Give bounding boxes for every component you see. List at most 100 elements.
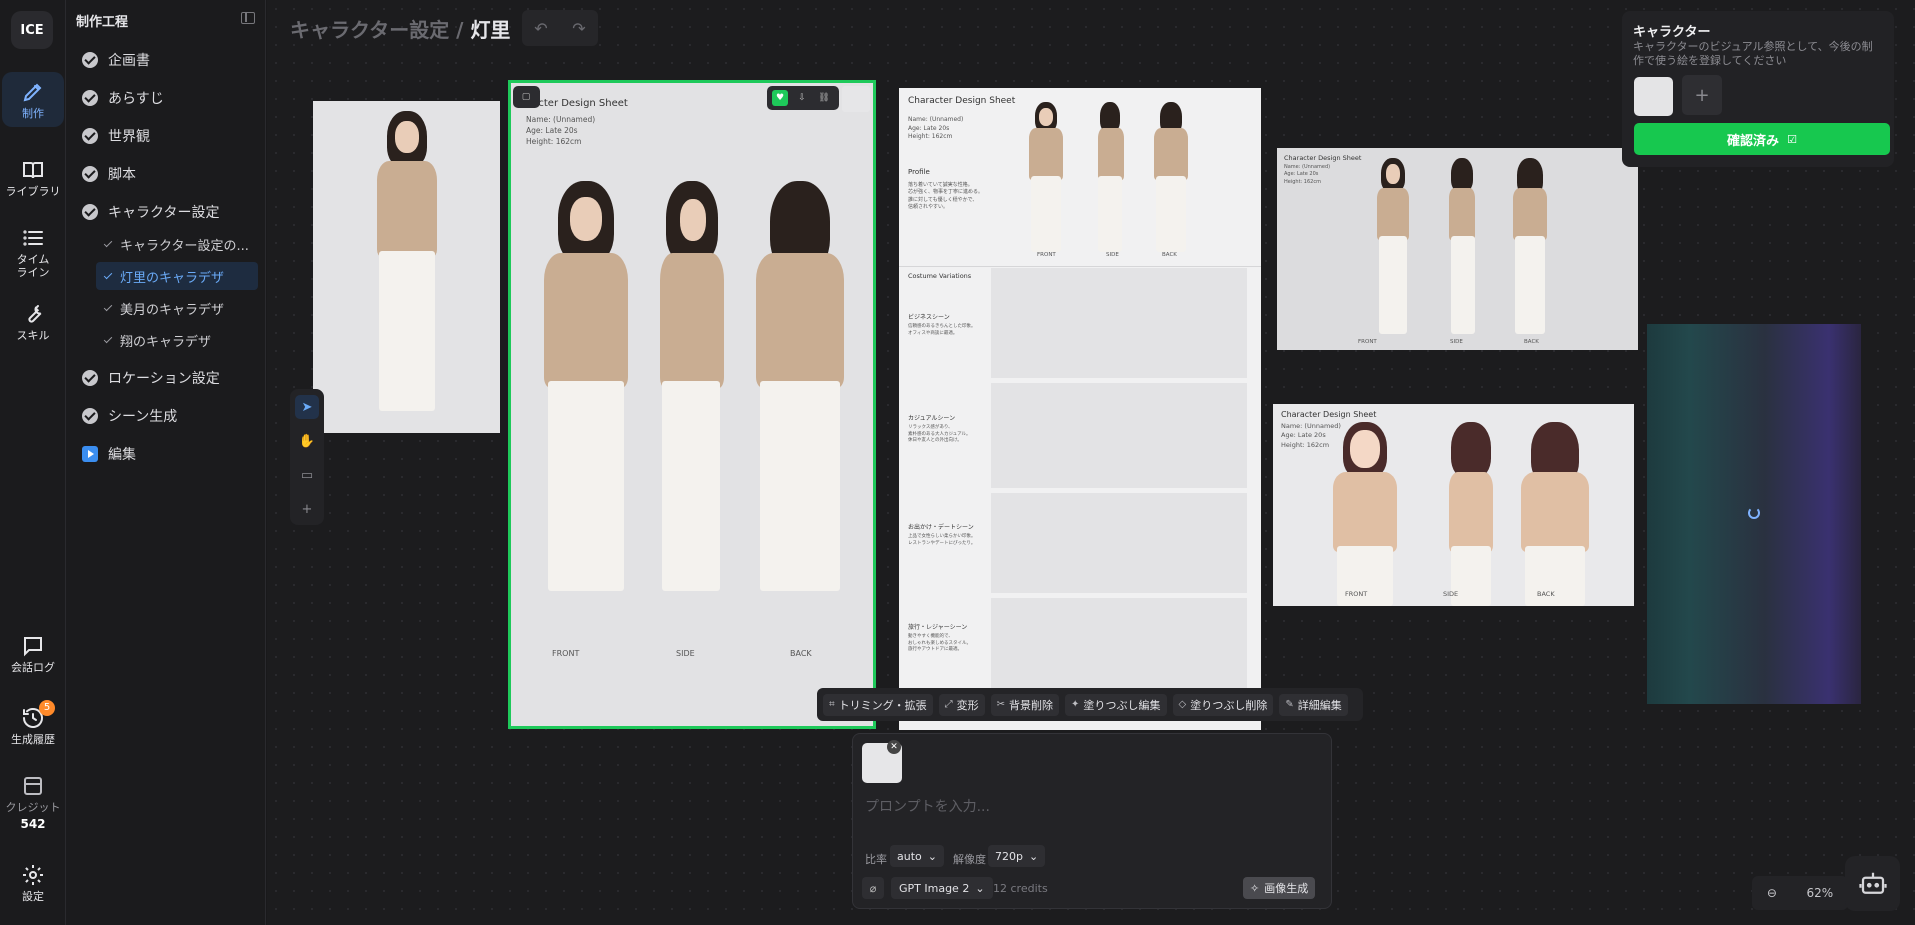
generating-image-tile[interactable] (1647, 324, 1861, 704)
chevron-down-icon: ⌄ (975, 881, 985, 895)
rail-item-history[interactable]: 生成履歴 5 (2, 700, 64, 747)
transform-icon: ⤢ (944, 699, 953, 710)
download-icon[interactable]: ⇩ (794, 90, 810, 106)
confirmed-button[interactable]: 確認済み ☑ (1634, 123, 1890, 155)
character-card-description: キャラクターのビジュアル参照として、今後の制作で使う絵を登録してください (1633, 40, 1873, 67)
assistant-bot-button[interactable] (1845, 856, 1900, 911)
sheet-age: Age: Late 20s (908, 124, 950, 132)
subitem-sho-design[interactable]: 翔のキャラデザ (96, 326, 258, 354)
canvas-image-anime-turnaround[interactable]: Character Design Sheet Name: (Unnamed) A… (1273, 404, 1634, 606)
sheet-title: Character Design Sheet (1281, 410, 1377, 419)
check-icon (82, 52, 98, 68)
rail-label: タイム ライン (16, 253, 50, 279)
hand-tool-icon[interactable]: ✋ (295, 429, 319, 453)
step-character[interactable]: キャラクター設定 (82, 202, 219, 222)
resolution-value: 720p (995, 849, 1023, 863)
generate-image-button[interactable]: ✧ 画像生成 (1243, 877, 1316, 899)
selection-frame[interactable] (508, 80, 876, 729)
credit-value: 542 (20, 816, 46, 831)
step-worldview[interactable]: 世界観 (82, 126, 150, 146)
canvas-image-photo-front[interactable] (313, 101, 500, 433)
subitem-label: 灯里のキャラデザ (120, 270, 225, 286)
panel-collapse-icon[interactable] (241, 12, 255, 24)
sparkle-icon: ✧ (1250, 881, 1260, 895)
step-scene[interactable]: シーン生成 (82, 406, 177, 426)
subitem-mizuki-design[interactable]: 美月のキャラデザ (96, 294, 258, 322)
canvas-image-costume-sheet[interactable]: Character Design Sheet Name: (Unnamed) A… (899, 88, 1261, 730)
zoom-out-icon[interactable]: ⊖ (1767, 886, 1777, 900)
comment-chip[interactable]: ▢ (513, 86, 540, 108)
credit-icon (24, 777, 42, 795)
comment-tool-icon[interactable]: ▭ (295, 463, 319, 487)
step-synopsis[interactable]: あらすじ (82, 88, 164, 108)
rail-item-chat-log[interactable]: 会話ログ (2, 634, 64, 675)
rail-label: クレジット (5, 801, 61, 814)
panel-title: 制作工程 (76, 15, 129, 30)
pen-icon (23, 83, 42, 102)
checkbox-icon: ☑ (1787, 132, 1797, 146)
scene-title: カジュアルシーン (908, 415, 956, 422)
subitem-character-overview[interactable]: キャラクター設定の... (96, 230, 258, 258)
crop-extend-button[interactable]: ⌗ トリミング・拡張 (823, 693, 933, 716)
step-edit[interactable]: 編集 (82, 444, 136, 464)
heart-icon[interactable]: ♥ (772, 90, 788, 106)
view-label-front: FRONT (1345, 590, 1368, 598)
detail-edit-button[interactable]: ✎ 詳細編集 (1279, 693, 1348, 716)
check-icon (104, 272, 112, 280)
view-label-side: SIDE (1106, 252, 1119, 258)
variant-thumbnail[interactable] (842, 86, 870, 112)
redo-icon[interactable]: ↷ (572, 19, 585, 38)
scene-text: 動きやすく機能的で、 おしゃれも楽しめるスタイル。 旅行やアウトドアに最適。 (908, 634, 971, 653)
rail-item-production[interactable]: 制作 (2, 72, 64, 127)
add-reference-button[interactable]: + (1682, 75, 1722, 115)
inpaint-remove-button[interactable]: ◇ 塗りつぶし削除 (1172, 693, 1274, 716)
app-logo[interactable]: ICE (11, 11, 53, 49)
character-reference-thumbnail[interactable] (1634, 77, 1673, 116)
comment-icon: ▢ (521, 92, 531, 102)
button-label: 塗りつぶし削除 (1190, 698, 1268, 712)
rail-item-credit[interactable]: クレジット 542 (2, 774, 64, 831)
prompt-input[interactable]: プロンプトを入力... (865, 796, 990, 816)
pencil-icon: ✎ (1285, 699, 1294, 710)
list-icon (23, 230, 43, 246)
attach-file-icon[interactable]: ⌀ (862, 877, 884, 899)
rail-item-timeline[interactable]: タイム ライン (2, 226, 64, 279)
remove-background-button[interactable]: ✂ 背景削除 (990, 693, 1060, 716)
step-label: あらすじ (108, 91, 164, 107)
play-icon (82, 446, 98, 462)
resolution-select[interactable]: 720p ⌄ (988, 845, 1046, 867)
step-location[interactable]: ロケーション設定 (82, 368, 220, 388)
sheet-height: Height: 162cm (908, 133, 953, 141)
rail-item-settings[interactable]: 設定 (2, 863, 64, 904)
view-label-front: FRONT (1037, 252, 1056, 258)
step-script[interactable]: 脚本 (82, 164, 136, 184)
button-label: トリミング・拡張 (838, 698, 927, 712)
breadcrumb-parent[interactable]: キャラクター設定 (290, 18, 449, 42)
costume-heading: Costume Variations (908, 272, 972, 280)
inpaint-edit-button[interactable]: ✦ 塗りつぶし編集 (1065, 693, 1167, 716)
history-badge: 5 (39, 700, 55, 716)
prompt-panel: ✕ プロンプトを入力... 比率 auto ⌄ 解像度 720p ⌄ ⌀ GPT I… (852, 733, 1332, 909)
model-select[interactable]: GPT Image 2 ⌄ (891, 877, 993, 899)
step-proposal[interactable]: 企画書 (82, 50, 150, 70)
scissors-icon: ✂ (996, 699, 1006, 710)
undo-icon[interactable]: ↶ (534, 19, 547, 38)
view-label-side: SIDE (1450, 339, 1463, 345)
subitem-akari-design[interactable]: 灯里のキャラデザ (96, 262, 258, 290)
image-edit-toolbar: ⌗ トリミング・拡張 ⤢ 変形 ✂ 背景削除 ✦ 塗りつぶし編集 ◇ 塗りつぶし削除 ✎ 詳… (817, 688, 1363, 721)
profile-heading: Profile (908, 168, 930, 176)
subitem-label: キャラクター設定の... (120, 238, 249, 254)
rail-item-skill[interactable]: スキル (2, 302, 64, 343)
rail-item-library[interactable]: ライブラリ (2, 158, 64, 199)
transform-button[interactable]: ⤢ 変形 (938, 693, 985, 716)
resolution-label: 解像度 (953, 853, 986, 866)
costume-row-casual (991, 383, 1247, 488)
canvas-image-photo-turnaround[interactable]: Character Design Sheet Name: (Unnamed) A… (1277, 148, 1638, 350)
step-label: シーン生成 (108, 409, 178, 425)
add-tool-icon[interactable]: + (295, 497, 319, 521)
select-tool-icon[interactable]: ➤ (295, 395, 319, 419)
remove-attachment-icon[interactable]: ✕ (887, 740, 901, 754)
link-icon[interactable]: ⛓ (816, 90, 832, 106)
ratio-select[interactable]: auto ⌄ (890, 845, 944, 867)
subitem-label: 翔のキャラデザ (120, 334, 212, 350)
